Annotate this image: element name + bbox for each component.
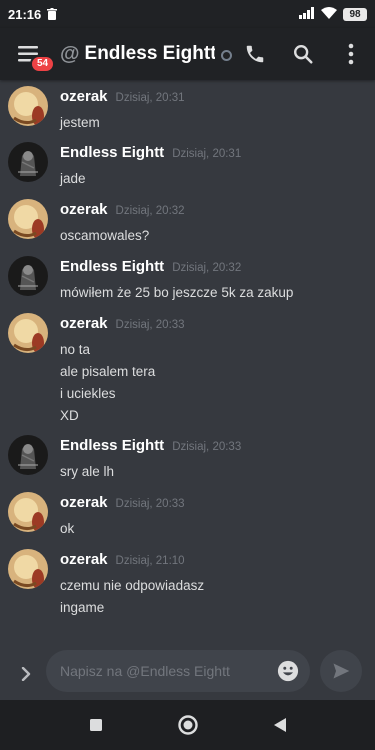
battery-indicator: 98 bbox=[343, 7, 367, 21]
endless-avatar[interactable] bbox=[8, 256, 48, 296]
back-button[interactable] bbox=[265, 710, 295, 740]
message-text: ingame bbox=[60, 600, 105, 615]
ozerak-avatar[interactable] bbox=[8, 492, 48, 532]
channel-title[interactable]: Endless Eightt bbox=[85, 43, 215, 65]
kebab-icon bbox=[348, 43, 354, 65]
signal-icon bbox=[299, 6, 315, 22]
message-text: sry ale lh bbox=[60, 464, 115, 479]
ozerak-avatar[interactable] bbox=[8, 199, 48, 239]
message-text: ale pisalem tera bbox=[60, 364, 156, 379]
endless-avatar[interactable] bbox=[8, 142, 48, 182]
message-timestamp: Dzisiaj, 20:32 bbox=[115, 205, 185, 217]
message-text: jestem bbox=[60, 115, 100, 130]
message-text: no ta bbox=[60, 342, 91, 357]
message-timestamp: Dzisiaj, 20:31 bbox=[115, 92, 185, 104]
channel-header: 54 @ Endless Eightt bbox=[0, 28, 375, 80]
system-nav-bar bbox=[0, 700, 375, 750]
offline-status-icon bbox=[220, 50, 232, 61]
message-timestamp: Dzisiaj, 20:32 bbox=[172, 262, 242, 274]
square-icon bbox=[89, 719, 102, 731]
more-options-button[interactable] bbox=[339, 42, 363, 66]
expand-actions-button[interactable] bbox=[16, 664, 36, 684]
ozerak-avatar[interactable] bbox=[8, 549, 48, 589]
message-text: jade bbox=[60, 171, 86, 186]
message-author[interactable]: ozerak bbox=[60, 494, 108, 511]
message-timestamp: Dzisiaj, 20:33 bbox=[172, 441, 242, 453]
message-author[interactable]: ozerak bbox=[60, 551, 108, 568]
message-timestamp: Dzisiaj, 20:33 bbox=[115, 498, 185, 510]
message-author[interactable]: Endless Eightt bbox=[60, 258, 164, 275]
emoji-icon bbox=[277, 660, 299, 682]
recents-button[interactable] bbox=[81, 710, 111, 740]
search-button[interactable] bbox=[291, 42, 315, 66]
message-text: czemu nie odpowiadasz bbox=[60, 578, 205, 593]
message-timestamp: Dzisiaj, 20:31 bbox=[172, 148, 242, 160]
unread-badge: 54 bbox=[30, 55, 56, 73]
message-text: i uciekles bbox=[60, 386, 116, 401]
message-input[interactable] bbox=[60, 663, 260, 679]
clock: 21:16 bbox=[8, 6, 42, 22]
message-timestamp: Dzisiaj, 20:33 bbox=[115, 319, 185, 331]
ozerak-avatar[interactable] bbox=[8, 313, 48, 353]
message-author[interactable]: Endless Eightt bbox=[60, 144, 164, 161]
menu-button[interactable]: 54 bbox=[16, 41, 56, 73]
message-author[interactable]: ozerak bbox=[60, 88, 108, 105]
search-icon bbox=[294, 45, 313, 64]
message-author[interactable]: ozerak bbox=[60, 201, 108, 218]
send-button[interactable] bbox=[320, 650, 362, 692]
message-text: mówiłem że 25 bo jeszcze 5k za zakup bbox=[60, 285, 294, 300]
circle-icon bbox=[177, 715, 198, 735]
message-text: oscamowales? bbox=[60, 228, 150, 243]
message-input-wrapper bbox=[46, 650, 310, 692]
at-icon: @ bbox=[60, 42, 80, 65]
message-timestamp: Dzisiaj, 21:10 bbox=[115, 555, 185, 567]
message-list[interactable]: ozerak Dzisiaj, 20:31 jestem Endless Eig… bbox=[0, 80, 375, 650]
endless-avatar[interactable] bbox=[8, 435, 48, 475]
triangle-back-icon bbox=[273, 718, 286, 732]
message-text: XD bbox=[60, 408, 79, 423]
call-button[interactable] bbox=[243, 42, 267, 66]
emoji-button[interactable] bbox=[276, 659, 300, 683]
message-author[interactable]: Endless Eightt bbox=[60, 437, 164, 454]
wifi-icon bbox=[321, 6, 337, 22]
message-text: ok bbox=[60, 521, 75, 536]
chevron-right-icon bbox=[21, 667, 31, 681]
home-button[interactable] bbox=[173, 710, 203, 740]
message-author[interactable]: ozerak bbox=[60, 315, 108, 332]
phone-icon bbox=[246, 45, 264, 63]
trash-icon bbox=[47, 8, 58, 20]
ozerak-avatar[interactable] bbox=[8, 86, 48, 126]
message-composer bbox=[0, 650, 375, 700]
status-bar: 21:16 98 bbox=[0, 0, 375, 28]
send-icon bbox=[333, 663, 350, 679]
